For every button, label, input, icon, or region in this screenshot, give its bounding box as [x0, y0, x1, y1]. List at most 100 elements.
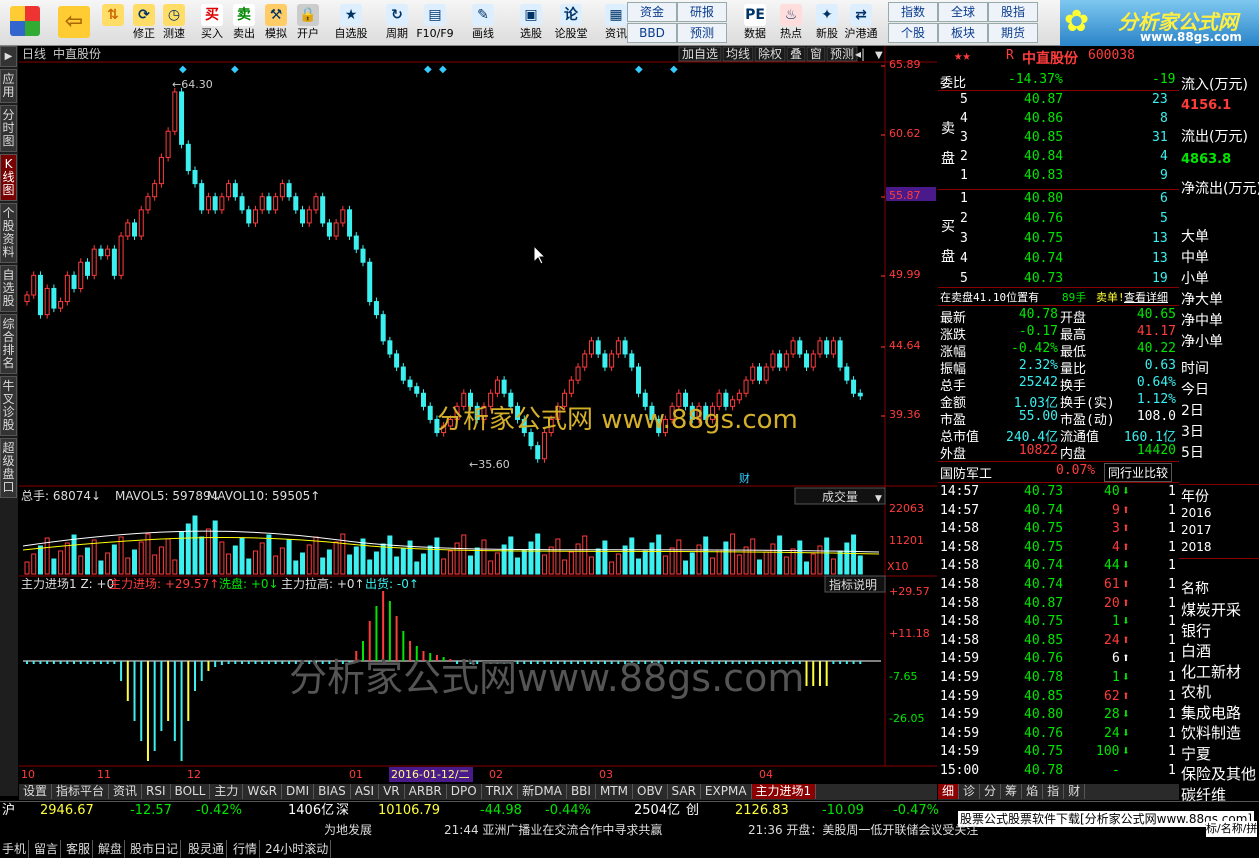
quanqiu-button[interactable]: 全球 [938, 2, 988, 22]
bankuai-button[interactable]: 板块 [938, 23, 988, 43]
chevron-down-icon[interactable]: ▼ [875, 50, 883, 61]
indicator-tab-15[interactable]: BBI [567, 784, 596, 799]
app-menu-button[interactable] [4, 2, 46, 44]
toolbar-button-16[interactable]: ⇄ 沪港通 [840, 2, 882, 44]
diamond-marker-icon: ◆ [424, 64, 432, 75]
tick-price: 40.73 [1024, 484, 1064, 499]
indicator-tab-18[interactable]: SAR [668, 784, 701, 799]
price-axis-label: 60.62 [889, 127, 921, 140]
rp-tab-4[interactable]: 焰 [1022, 784, 1044, 799]
news-ticker-2[interactable]: 21:44 亚洲广播业在交流合作中寻求共赢 [444, 821, 662, 839]
status-link-7[interactable]: 24小时滚动 [263, 840, 332, 858]
left-tab-5[interactable]: 综合排名 [0, 314, 17, 374]
candle-body [179, 91, 185, 145]
vol-scale-label: X10 [887, 560, 909, 573]
toolbar-button-1[interactable]: ◷ 测速 [158, 2, 190, 44]
status-link-1[interactable]: 留言 [32, 840, 62, 858]
volume-total-label: 总手: 68074↓ [21, 489, 101, 503]
indicator-tab-8[interactable]: BIAS [314, 784, 351, 799]
up-down-button[interactable]: ⇅ [100, 2, 126, 44]
left-tab-7[interactable]: 超级盘口 [0, 438, 17, 498]
search-box[interactable]: 标/名称/拼 [1206, 821, 1258, 837]
indicator-tab-16[interactable]: MTM [596, 784, 633, 799]
rp-tab-1[interactable]: 诊 [959, 784, 981, 799]
x-axis-label: 11 [97, 768, 111, 781]
toolbar-button-5[interactable]: 🔒 开户 [292, 2, 324, 44]
indicator-tab-17[interactable]: OBV [633, 784, 668, 799]
sector-compare-button[interactable]: 同行业比较 [1104, 463, 1173, 482]
indicator-tab-6[interactable]: W&R [243, 784, 282, 799]
indicator-tab-14[interactable]: 新DMA [518, 784, 567, 799]
candle-body [347, 209, 353, 237]
toolbar-button-8[interactable]: ▤ F10/F9 [414, 2, 456, 44]
guzhi-button[interactable]: 股指 [988, 2, 1038, 22]
status-link-0[interactable]: 手机 [0, 840, 30, 858]
period-label: 日线 [22, 47, 46, 61]
toolbar-button-4[interactable]: ⚒ 模拟 [260, 2, 292, 44]
toolbar-button-0[interactable]: ⟳ 修正 [128, 2, 160, 44]
quote-panel: ★★ R 中直股份 600038 委比 -14.37% -19 卖盘 5 40.87 23 4 40.8… [938, 46, 1179, 800]
status-link-5[interactable]: 股灵通 [186, 840, 228, 858]
rp-tab-5[interactable]: 指 [1043, 784, 1065, 799]
high-annotation: ←64.30 [172, 78, 213, 91]
left-tab-6[interactable]: 牛叉诊股 [0, 376, 17, 436]
back-button[interactable]: ⇦ [54, 2, 94, 44]
toolbar-label: 资讯 [605, 27, 627, 40]
left-tab-2[interactable]: K线图 [0, 154, 17, 201]
qihuo-button[interactable]: 期货 [988, 23, 1038, 43]
news-ticker-1[interactable]: 为地发展 [324, 821, 372, 839]
indicator-tab-5[interactable]: 主力 [210, 784, 244, 799]
tick-time: 14:59 [940, 688, 980, 704]
toolbar-button-12[interactable]: ▦ 资讯 [595, 2, 637, 44]
left-tab-4[interactable]: 自选股 [0, 265, 17, 312]
indicator-tab-10[interactable]: VR [379, 784, 405, 799]
status-link-4[interactable]: 股市日记 [128, 840, 182, 858]
indicator-tab-20[interactable]: 主力进场1 [751, 784, 817, 799]
indicator-tab-1[interactable]: 指标平台 [52, 784, 110, 799]
status-link-6[interactable]: 行情 [231, 840, 261, 858]
stat-value: 40.22 [1136, 341, 1176, 356]
toolbar-button-9[interactable]: ✎ 画线 [462, 2, 504, 44]
indicator-tab-0[interactable]: 设置 [19, 784, 53, 799]
rp-tab-6[interactable]: 财 [1064, 784, 1086, 799]
zhishu-button[interactable]: 指数 [888, 2, 938, 22]
yuce-button[interactable]: 预测 [677, 23, 727, 43]
toolbar-button-10[interactable]: ▣ 选股 [510, 2, 552, 44]
toolbar-button-3[interactable]: 卖卖出 [228, 2, 260, 44]
left-tab-3[interactable]: 个股资料 [0, 203, 17, 263]
status-link-3[interactable]: 解盘 [96, 840, 126, 858]
indicator-tab-13[interactable]: TRIX [482, 784, 519, 799]
speaker-icon[interactable]: ◂| [855, 47, 865, 61]
indicator-tab-9[interactable]: ASI [351, 784, 380, 799]
kline-chart-area[interactable]: 日线 中直股份 加自选 均线 除权叠窗预测 ◂| ▼ 65.89 60.62 55.87 49.99… [19, 46, 937, 784]
toolbar-button-11[interactable]: 论论股堂 [550, 2, 592, 44]
status-link-2[interactable]: 客服 [64, 840, 94, 858]
gegu-button[interactable]: 个股 [888, 23, 938, 43]
indicator-title: 主力进场1 Z: +0 [21, 577, 114, 591]
indicator-tab-7[interactable]: DMI [282, 784, 315, 799]
left-tabs-toggle-icon[interactable]: ▶ [0, 46, 17, 67]
chart-button-label: 加自选 [682, 47, 718, 61]
left-tab-1[interactable]: 分时图 [0, 105, 17, 152]
candle-body [340, 209, 346, 224]
view-detail-link[interactable]: 查看详细 [1124, 289, 1168, 305]
yanbao-button[interactable]: 研报 [677, 2, 727, 22]
indicator-tab-11[interactable]: ARBR [405, 784, 447, 799]
indicator-tab-19[interactable]: EXPMA [701, 784, 752, 799]
rp-tab-0[interactable]: 细 [938, 784, 960, 799]
tick-extra: 1 [1168, 595, 1176, 611]
tick-time: 14:58 [940, 595, 980, 611]
left-tab-0[interactable]: 应用 [0, 69, 17, 103]
indicator-tab-4[interactable]: BOLL [171, 784, 211, 799]
indicator-tab-12[interactable]: DPO [447, 784, 482, 799]
indicator-tab-2[interactable]: 资讯 [109, 784, 143, 799]
toolbar-button-7[interactable]: ↻ 周期 [376, 2, 418, 44]
rp-tab-3[interactable]: 筹 [1001, 784, 1023, 799]
rp-tab-2[interactable]: 分 [980, 784, 1002, 799]
volume-bar [165, 538, 171, 575]
quote-row: 最新 40.78 开盘 40.65 [938, 307, 1179, 326]
toolbar-button-2[interactable]: 买买入 [196, 2, 228, 44]
indicator-tab-3[interactable]: RSI [142, 784, 171, 799]
toolbar-button-6[interactable]: ★ 自选股 [330, 2, 372, 44]
news-ticker-3[interactable]: 21:36 开盘：美股周一低开联储会议受关注 [748, 821, 978, 839]
